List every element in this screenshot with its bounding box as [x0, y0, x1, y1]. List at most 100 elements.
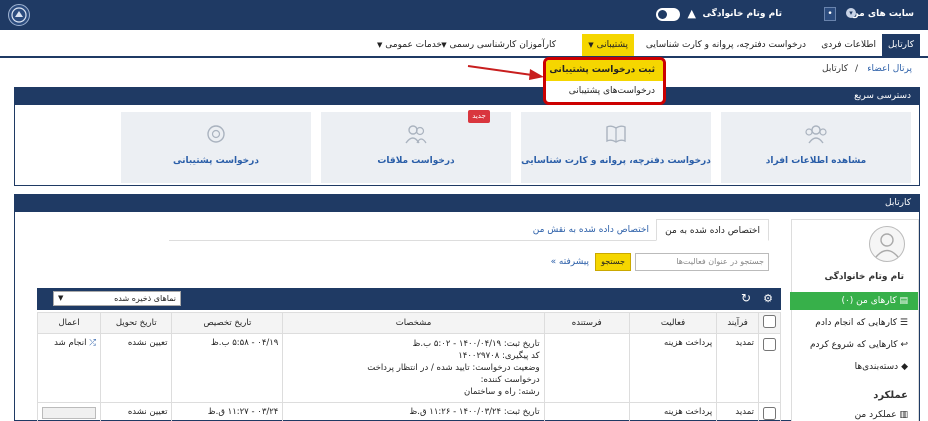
chart-icon: ▥ — [899, 410, 908, 420]
site-title[interactable]: سایت های من — [851, 9, 914, 19]
tab-public-services[interactable]: خدمات عمومی ▼ — [377, 34, 442, 56]
row-select-cell — [758, 333, 781, 403]
breadcrumb-root[interactable]: پرتال اعضاء — [867, 64, 912, 74]
cell-assigned-date: ۰۴/۱۹ - ۵:۵۸ ب.ظ — [171, 333, 284, 403]
search-input[interactable]: جستجو در عنوان فعالیت‌ها — [635, 253, 769, 271]
quick-access-title: دسترسی سریع — [15, 88, 919, 105]
sidebar-item-my-tasks[interactable]: ▤ کارهای من (۰) — [790, 292, 918, 310]
tab-support-label: پشتیبانی — [596, 40, 628, 50]
lifebuoy-icon — [207, 125, 225, 143]
col-due-date[interactable]: تاریخ تحویل — [100, 312, 173, 334]
cell-sender — [543, 402, 630, 421]
detail-line: تاریخ ثبت: ۱۴۰۰/۰۳/۲۴ - ۱۱:۲۶ ق.ظ — [409, 407, 540, 417]
toggle-switch[interactable] — [656, 8, 680, 21]
sidebar-item-label: عملکرد من — [854, 410, 897, 420]
tasks-table: فرآیند فعالیت فرستنده مشخصات تاریخ تخصیص… — [36, 312, 781, 421]
saved-views-select[interactable]: نماهای ذخیره شده ▼ — [53, 291, 181, 306]
card-support-request[interactable]: درخواست پشتیبانی — [121, 112, 311, 183]
table-row[interactable]: تمدید پرداخت هزینه تاریخ ثبت: ۱۴۰۰/۰۳/۲۴… — [36, 402, 781, 421]
tag-icon: ◆ — [901, 362, 908, 372]
cell-process: تمدید — [716, 333, 759, 403]
quick-access-panel: دسترسی سریع مشاهده اطلاعات افراد درخواست… — [14, 87, 920, 186]
support-dropdown-menu: ثبت درخواست پشتیبانی درخواست‌های پشتیبان… — [543, 57, 666, 105]
tab-personal-info[interactable]: اطلاعات فردی — [821, 34, 876, 56]
card-booklet-request[interactable]: درخواست دفترچه، پروانه و کارت شناسایی — [521, 112, 711, 183]
gear-icon[interactable]: ⚙ — [763, 292, 773, 305]
col-sender[interactable]: فرستنده — [543, 312, 630, 334]
chevron-down-icon[interactable]: ▾ — [846, 8, 856, 18]
cell-details: تاریخ ثبت: ۱۴۰۰/۰۴/۱۹ - ۵:۰۲ ب.ظ کد پیگی… — [282, 333, 545, 403]
cartable-panel: کارتابل تام وتام خانوادگی ▤ کارهای من (۰… — [14, 194, 920, 421]
table-toolbar: ⚙ ↻ نماهای ذخیره شده ▼ — [37, 288, 781, 310]
tab-assigned-to-my-role[interactable]: اختصاص داده شده به نقش من — [525, 219, 657, 241]
card-label: درخواست ملاقات — [377, 156, 455, 166]
breadcrumb: پرتال اعضاء / کارتابل — [0, 64, 920, 78]
sidebar-item-label: کارهایی که شروع کردم — [809, 340, 898, 350]
tab-trainees[interactable]: کارآموزان کارشناسی رسمی ▼ — [441, 34, 556, 56]
cell-action — [36, 402, 102, 421]
users-icon — [805, 125, 827, 144]
logo-icon — [8, 4, 30, 26]
row-checkbox[interactable] — [763, 338, 776, 351]
table-row[interactable]: تمدید پرداخت هزینه تاریخ ثبت: ۱۴۰۰/۰۴/۱۹… — [36, 333, 781, 403]
card-label: درخواست پشتیبانی — [173, 156, 259, 166]
cartable-sidebar: تام وتام خانوادگی ▤ کارهای من (۰) ☰ کاره… — [790, 219, 919, 421]
cell-action: ⤮ انجام شد — [36, 333, 102, 403]
warning-icon[interactable]: ▲ — [688, 7, 696, 20]
action-button[interactable] — [42, 407, 97, 419]
search-button[interactable]: جستجو — [595, 253, 631, 271]
cell-due-date: تعیین نشده — [100, 333, 173, 403]
cell-due-date: تعیین نشده — [100, 402, 173, 421]
sidebar-item-my-performance[interactable]: ▥ عملکرد من — [790, 406, 918, 421]
top-bar: سایت های من ▾ • تام وتام خانوادگی ▲ — [0, 0, 928, 30]
card-view-people[interactable]: مشاهده اطلاعات افراد — [721, 112, 911, 183]
shuffle-icon: ⤮ — [89, 338, 97, 348]
reply-icon: ↩ — [900, 340, 908, 350]
sidebar-item-label: کارهای من (۰) — [841, 296, 897, 306]
table-header-row: فرآیند فعالیت فرستنده مشخصات تاریخ تخصیص… — [36, 312, 781, 334]
col-actions[interactable]: اعمال — [36, 312, 102, 334]
main-nav: کارتابل اطلاعات فردی درخواست دفترچه، پرو… — [0, 34, 928, 58]
cell-details: تاریخ ثبت: ۱۴۰۰/۰۳/۲۴ - ۱۱:۲۶ ق.ظ — [282, 402, 545, 421]
refresh-icon[interactable]: ↻ — [741, 291, 751, 305]
performance-title: عملکرد — [873, 390, 908, 401]
col-process[interactable]: فرآیند — [716, 312, 759, 334]
col-details[interactable]: مشخصات — [282, 312, 545, 334]
sidebar-item-categories[interactable]: ◆ دسته‌بندی‌ها — [790, 358, 918, 376]
cell-activity: پرداخت هزینه — [628, 402, 718, 421]
sidebar-item-label: کارهایی که انجام دادم — [815, 318, 898, 328]
tab-trainees-label: کارآموزان کارشناسی رسمی — [449, 40, 556, 50]
tab-assigned-to-me[interactable]: اختصاص داده شده به من — [656, 219, 769, 241]
done-action-link[interactable]: انجام شد — [54, 338, 86, 348]
row-select-cell — [758, 402, 781, 421]
select-all-checkbox[interactable] — [763, 315, 776, 328]
book-icon — [606, 125, 626, 143]
breadcrumb-separator: / — [854, 64, 858, 74]
sidebar-item-label: دسته‌بندی‌ها — [854, 362, 899, 372]
tab-support[interactable]: پشتیبانی ▼ — [582, 34, 634, 56]
user-name[interactable]: تام وتام خانوادگی — [702, 9, 782, 19]
col-activity[interactable]: فعالیت — [628, 312, 718, 334]
status-dot[interactable]: • — [824, 7, 836, 21]
new-badge: جدید — [468, 110, 490, 123]
cell-sender — [543, 333, 630, 403]
select-all-cell — [758, 312, 781, 334]
avatar[interactable] — [869, 226, 905, 262]
sidebar-item-started-tasks[interactable]: ↩ کارهایی که شروع کردم — [790, 336, 918, 354]
menu-item-support-requests[interactable]: درخواست‌های پشتیبانی — [546, 81, 663, 102]
tab-cartable[interactable]: کارتابل — [882, 34, 920, 56]
row-checkbox[interactable] — [763, 407, 776, 420]
saved-views-label: نماهای ذخیره شده — [114, 294, 176, 303]
chevron-down-icon: ▼ — [588, 41, 594, 49]
detail-line: رشته: راه و ساختمان — [463, 387, 540, 397]
chevron-down-icon: ▼ — [377, 41, 383, 49]
col-assigned-date[interactable]: تاریخ تخصیص — [171, 312, 284, 334]
tab-booklet-request[interactable]: درخواست دفترچه، پروانه و کارت شناسایی — [646, 34, 806, 56]
cell-assigned-date: ۰۳/۲۴ - ۱۱:۲۷ ق.ظ — [171, 402, 284, 421]
tab-public-services-label: خدمات عمومی — [385, 40, 442, 50]
advanced-search-link[interactable]: پیشرفته » — [551, 253, 589, 271]
card-label: مشاهده اطلاعات افراد — [765, 156, 867, 166]
menu-item-new-support-request[interactable]: ثبت درخواست پشتیبانی — [546, 60, 663, 81]
chevron-down-icon: ▼ — [441, 41, 447, 49]
sidebar-item-done-tasks[interactable]: ☰ کارهایی که انجام دادم — [790, 314, 918, 332]
